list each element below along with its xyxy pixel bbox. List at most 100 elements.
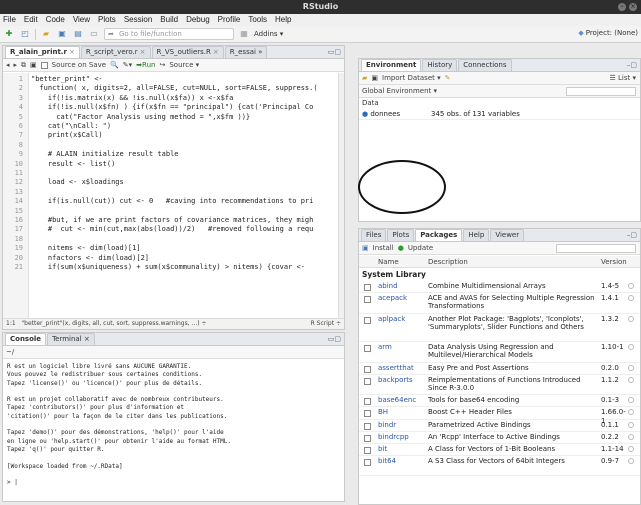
maximize-pane-icon[interactable]: ▭▢ (328, 48, 341, 56)
tab-console[interactable]: Console (5, 333, 47, 345)
package-row[interactable]: backports Reimplementations of Functions … (359, 375, 640, 396)
remove-package-icon[interactable] (628, 315, 634, 322)
package-name-link[interactable]: assertthat (378, 364, 414, 372)
column-name[interactable]: Name (378, 256, 399, 268)
package-load-checkbox[interactable] (364, 296, 371, 304)
expand-icon[interactable]: ● (362, 110, 368, 118)
import-dataset-button[interactable]: Import Dataset ▾ (382, 74, 441, 82)
remove-package-icon[interactable] (628, 433, 634, 440)
package-load-checkbox[interactable] (364, 459, 371, 467)
show-in-window-icon[interactable]: ⧉ (21, 61, 26, 70)
menu-profile[interactable]: Profile (218, 14, 241, 26)
tab-r-alain-print[interactable]: R_alain_print.r × (5, 46, 80, 58)
package-row[interactable]: aplpack Another Plot Package: 'Bagplots',… (359, 314, 640, 343)
console-output[interactable]: R est un logiciel libre livré sans AUCUN… (3, 360, 344, 501)
menu-plots[interactable]: Plots (98, 14, 116, 26)
package-row[interactable]: assertthat Easy Pre and Post Assertions 0.… (359, 363, 640, 375)
new-file-icon[interactable]: ✚ (3, 28, 15, 40)
project-menu[interactable]: ◆ Project: (None) (578, 29, 638, 37)
package-name-link[interactable]: abind (378, 282, 398, 290)
tab-help[interactable]: Help (463, 229, 490, 241)
tab-terminal[interactable]: Terminal × (47, 333, 95, 345)
package-load-checkbox[interactable] (364, 434, 371, 442)
package-load-checkbox[interactable] (364, 446, 371, 454)
function-navigator[interactable]: "better_print"(x, digits, all, cut, sort… (21, 320, 206, 327)
minimize-packages-icon[interactable]: –▢ (627, 231, 637, 239)
package-name-link[interactable]: acepack (378, 294, 407, 302)
menu-debug[interactable]: Debug (186, 14, 210, 26)
package-row[interactable]: acepack ACE and AVAS for Selecting Multip… (359, 293, 640, 314)
environment-row[interactable]: ● donnees 345 obs. of 131 variables (359, 109, 640, 120)
package-row[interactable]: abind Combine Multidimensional Arrays 1.4-… (359, 281, 640, 294)
workspace-panes-icon[interactable]: ▦ (238, 28, 250, 40)
tab-plots[interactable]: Plots (387, 229, 415, 241)
package-name-link[interactable]: bit (378, 445, 387, 453)
minimize-environment-icon[interactable]: –▢ (627, 61, 637, 69)
remove-package-icon[interactable] (628, 421, 634, 428)
package-row[interactable]: bindr Parametrized Active Bindings 0.1.1 (359, 420, 640, 432)
packages-search-input[interactable] (556, 243, 636, 253)
remove-package-icon[interactable] (628, 409, 634, 416)
editor-vertical-scrollbar[interactable] (338, 73, 344, 329)
package-row[interactable]: bit64 A S3 Class for Vectors of 64bit Int… (359, 456, 640, 477)
remove-package-icon[interactable] (628, 458, 634, 465)
menu-help[interactable]: Help (275, 14, 291, 26)
tab-environment[interactable]: Environment (361, 59, 422, 71)
tab-r-vs-outliers[interactable]: R_VS_outliers.R × (151, 46, 224, 58)
save-icon[interactable]: ▣ (56, 28, 68, 40)
source-button[interactable]: Source ▾ (169, 61, 199, 69)
close-button[interactable]: × (629, 3, 637, 11)
tab-r-essai[interactable]: R_essai » (224, 46, 268, 58)
package-name-link[interactable]: backports (378, 376, 413, 384)
package-load-checkbox[interactable] (364, 422, 371, 430)
package-load-checkbox[interactable] (364, 316, 371, 324)
save-all-icon[interactable]: ▤ (72, 28, 84, 40)
addins-menu[interactable]: Addins ▾ (254, 30, 283, 38)
code-editor[interactable]: 1 "better_print" <- 2 function( x, digits=… (3, 73, 344, 329)
menu-build[interactable]: Build (160, 14, 178, 26)
package-load-checkbox[interactable] (364, 410, 371, 418)
package-row[interactable]: BH Boost C++ Header Files 1.66.0-1 (359, 407, 640, 425)
maximize-console-icon[interactable]: ▭▢ (328, 335, 341, 343)
package-name-link[interactable]: base64enc (378, 396, 416, 404)
tab-history[interactable]: History (422, 59, 458, 71)
package-name-link[interactable]: arm (378, 343, 392, 351)
package-name-link[interactable]: bindr (378, 421, 396, 429)
remove-package-icon[interactable] (628, 397, 634, 404)
update-button[interactable]: Update (408, 244, 433, 252)
menu-code[interactable]: Code (46, 14, 65, 26)
column-description[interactable]: Description (428, 256, 468, 268)
menu-session[interactable]: Session (124, 14, 152, 26)
remove-package-icon[interactable] (628, 376, 634, 383)
remove-package-icon[interactable] (628, 364, 634, 371)
global-environment-selector[interactable]: Global Environment ▾ (362, 87, 437, 95)
clear-workspace-icon[interactable]: ✎ (445, 74, 451, 82)
goto-file-input[interactable]: Go to file/function (104, 28, 234, 40)
run-button[interactable]: ➡Run (136, 61, 155, 69)
package-load-checkbox[interactable] (364, 398, 371, 406)
package-name-link[interactable]: bit64 (378, 457, 396, 465)
menu-edit[interactable]: Edit (24, 14, 38, 26)
environment-search-input[interactable] (566, 86, 636, 96)
search-icon[interactable]: 🔍 (110, 61, 119, 69)
forward-arrow-icon[interactable]: ▸ (14, 61, 18, 69)
remove-package-icon[interactable] (628, 344, 634, 351)
package-load-checkbox[interactable] (364, 377, 371, 385)
package-row[interactable]: bindrcpp An 'Rcpp' Interface to Active Bi… (359, 432, 640, 444)
tab-files[interactable]: Files (361, 229, 387, 241)
column-version[interactable]: Version (601, 256, 627, 268)
remove-package-icon[interactable] (628, 283, 634, 289)
tab-packages[interactable]: Packages (415, 229, 463, 241)
new-project-icon[interactable]: ◰ (19, 28, 31, 40)
remove-package-icon[interactable] (628, 445, 634, 452)
tab-viewer[interactable]: Viewer (490, 229, 525, 241)
back-arrow-icon[interactable]: ◂ (6, 61, 10, 69)
package-row[interactable]: base64enc Tools for base64 encoding 0.1-3 (359, 395, 640, 408)
minimize-button[interactable]: – (618, 3, 626, 11)
package-load-checkbox[interactable] (364, 284, 371, 291)
tab-connections[interactable]: Connections (458, 59, 512, 71)
package-name-link[interactable]: bindrcpp (378, 433, 409, 441)
save-workspace-icon[interactable]: ▣ (371, 74, 378, 82)
package-row[interactable]: bit A Class for Vectors of 1-Bit Booleans… (359, 444, 640, 457)
source-on-save-checkbox[interactable] (40, 61, 48, 69)
